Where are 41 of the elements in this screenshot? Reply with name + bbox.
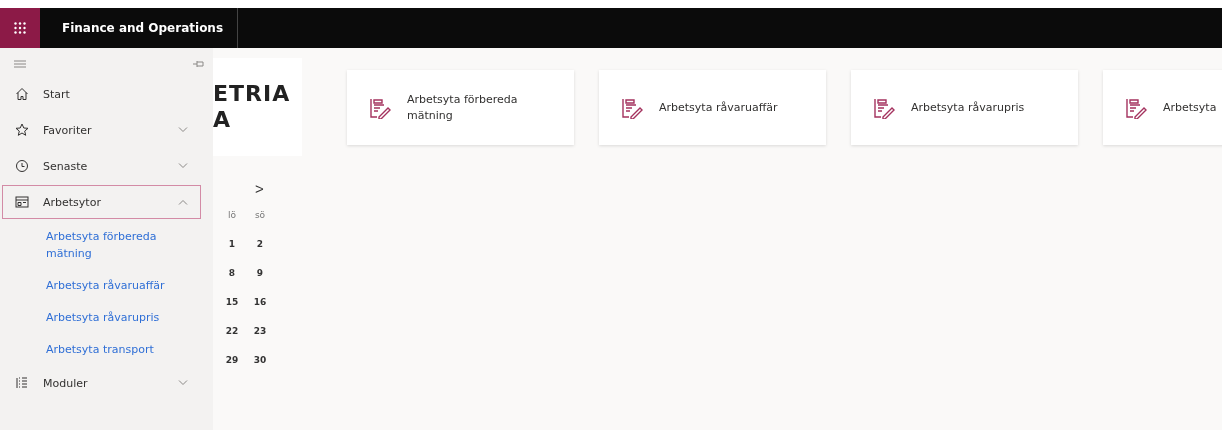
clock-icon — [15, 159, 29, 173]
form-edit-icon — [873, 96, 895, 119]
calendar-day[interactable]: 30 — [251, 350, 269, 379]
weekday-label: sö — [253, 209, 267, 222]
workspace-link[interactable]: Arbetsyta råvaruaffär — [0, 269, 213, 301]
calendar-day[interactable]: 16 — [251, 292, 269, 321]
form-edit-icon — [1125, 96, 1147, 119]
logo-text: A — [213, 107, 233, 133]
form-edit-icon — [621, 96, 643, 119]
star-icon — [15, 123, 29, 137]
workspace-link[interactable]: Arbetsyta förbereda mätning — [0, 220, 213, 269]
workspace-tile[interactable]: Arbetsyta — [1103, 70, 1222, 145]
workspace-tile[interactable]: Arbetsyta förbereda mätning — [347, 70, 574, 145]
logo-text: ETRIA — [213, 81, 292, 107]
calendar-day[interactable]: 15 — [223, 292, 241, 321]
waffle-icon — [14, 22, 26, 34]
calendar-day[interactable]: 22 — [223, 321, 241, 350]
workspace-tile[interactable]: Arbetsyta råvarupris — [851, 70, 1078, 145]
next-month-button[interactable]: > — [255, 180, 264, 197]
workspace-link[interactable]: Arbetsyta transport — [0, 333, 213, 365]
calendar-day[interactable]: 1 — [223, 234, 241, 263]
calendar-day[interactable]: 9 — [251, 263, 269, 292]
calendar-day[interactable]: 2 — [251, 234, 269, 263]
calendar-day[interactable]: 8 — [223, 263, 241, 292]
list-icon — [15, 376, 29, 390]
workspace-link[interactable]: Arbetsyta råvarupris — [0, 301, 213, 333]
nav-item[interactable]: Arbetsytor — [2, 185, 201, 219]
calendar-day[interactable]: 29 — [223, 350, 241, 379]
window-icon — [15, 195, 29, 209]
workspace-tile[interactable]: Arbetsyta råvaruaffär — [599, 70, 826, 145]
form-edit-icon — [369, 96, 391, 119]
home-icon — [15, 87, 29, 101]
nav-item[interactable]: Favoriter — [2, 113, 201, 147]
app-launcher-button[interactable] — [0, 8, 40, 48]
nav-item[interactable]: Start — [2, 77, 201, 111]
pin-icon[interactable] — [193, 60, 205, 68]
menu-icon[interactable] — [14, 60, 26, 68]
calendar-day[interactable]: 23 — [251, 321, 269, 350]
weekday-label: lö — [227, 209, 237, 222]
nav-item[interactable]: Senaste — [2, 149, 201, 183]
nav-item[interactable]: Moduler — [2, 366, 201, 400]
